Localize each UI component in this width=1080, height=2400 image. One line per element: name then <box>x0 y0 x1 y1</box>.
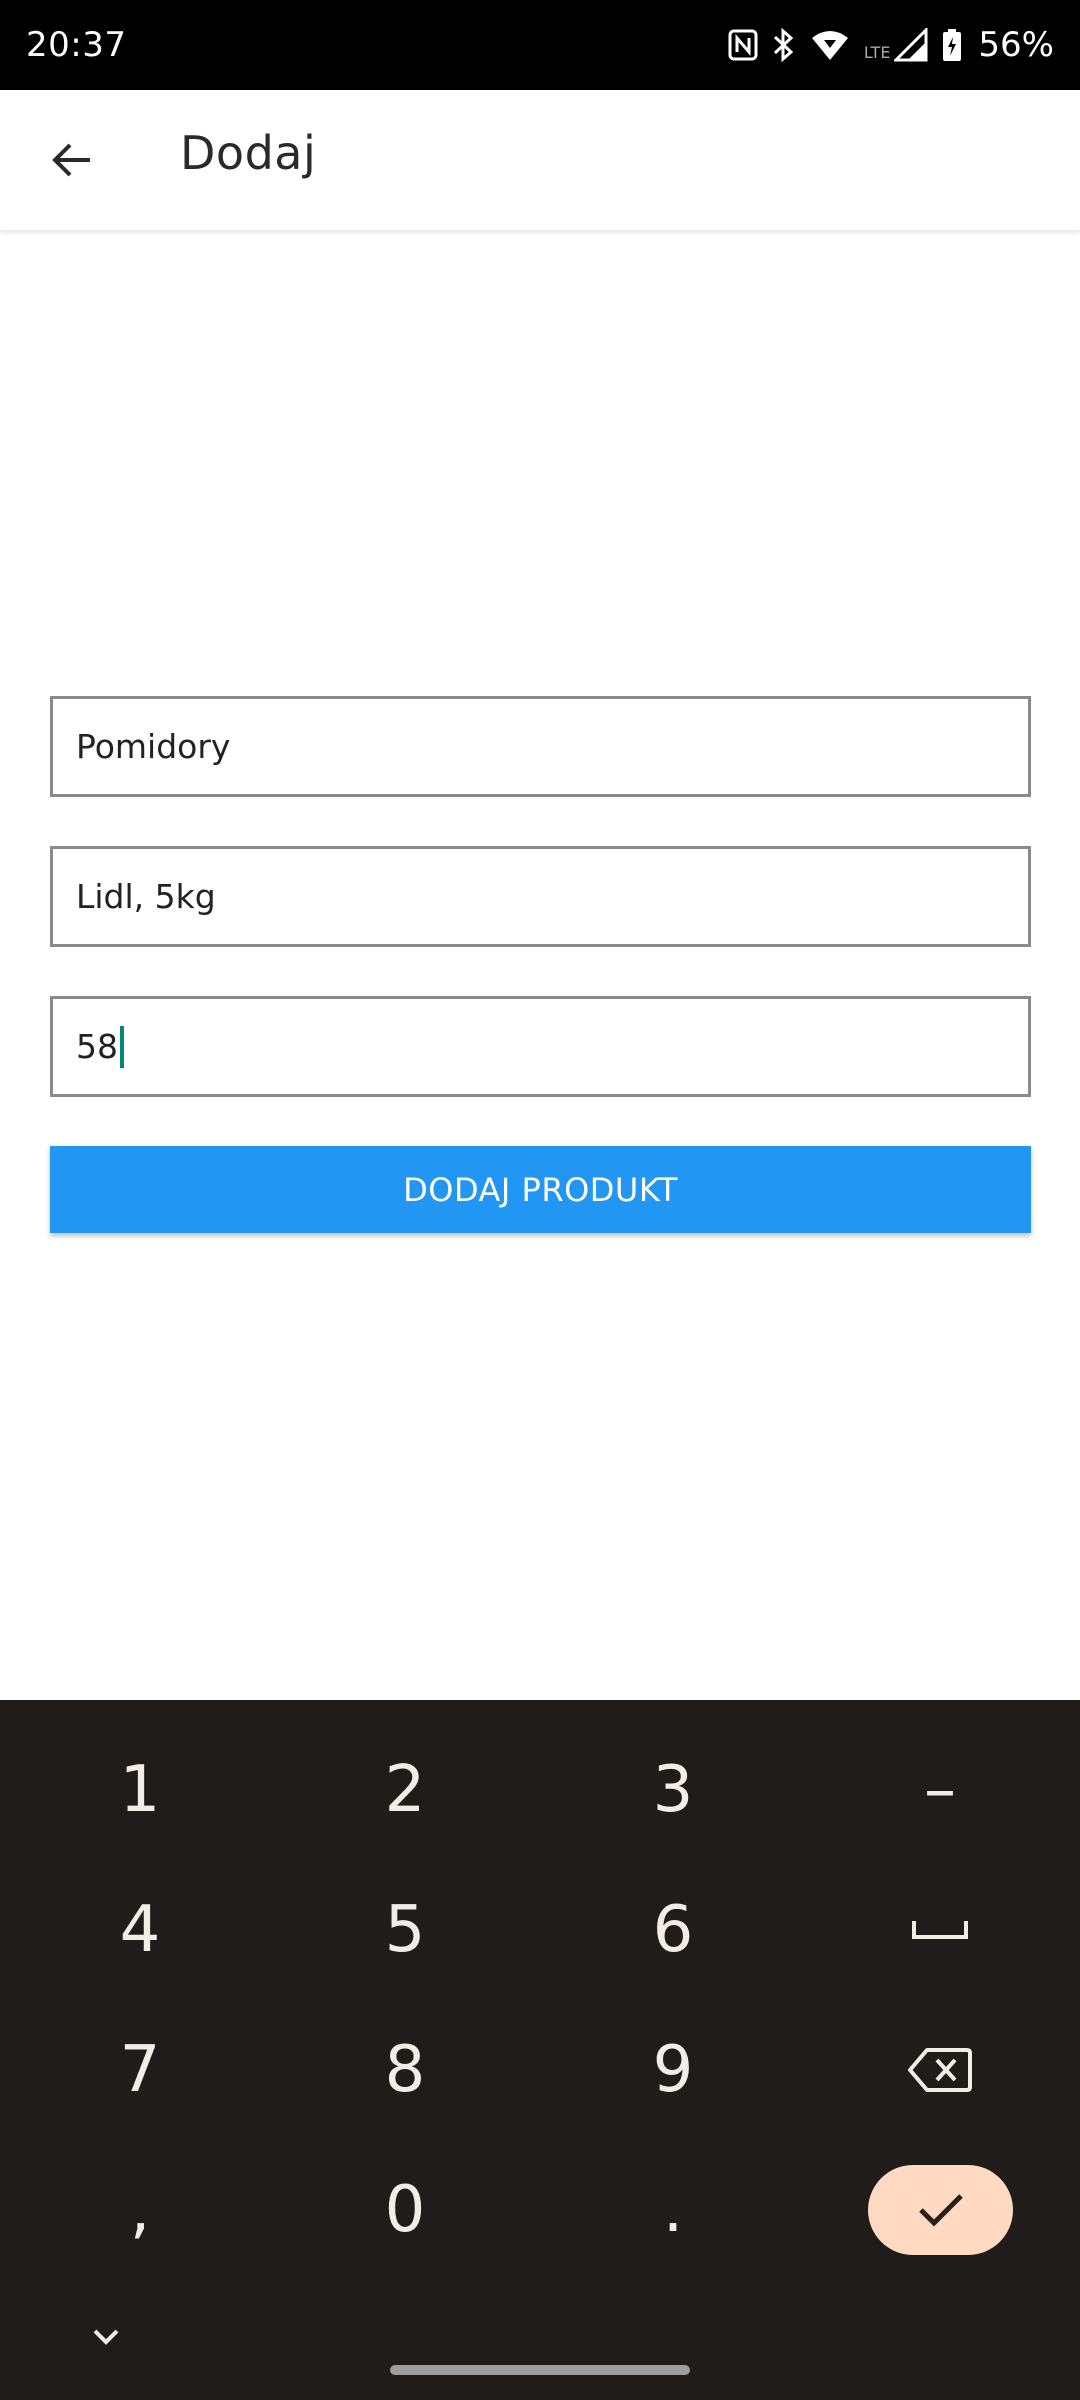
key-4[interactable]: 4 <box>40 1865 240 1995</box>
key-5[interactable]: 5 <box>305 1865 505 1995</box>
product-name-value: Pomidory <box>76 727 231 766</box>
nfc-icon <box>728 29 758 61</box>
key-1[interactable]: 1 <box>40 1725 240 1855</box>
key-3[interactable]: 3 <box>573 1725 773 1855</box>
product-name-input[interactable]: Pomidory <box>50 696 1031 797</box>
key-minus[interactable]: – <box>840 1725 1040 1855</box>
key-8[interactable]: 8 <box>305 2005 505 2135</box>
key-6[interactable]: 6 <box>573 1865 773 1995</box>
key-comma[interactable]: , <box>40 2145 240 2275</box>
add-product-button[interactable]: DODAJ PRODUKT <box>50 1146 1031 1233</box>
battery-icon <box>942 28 962 62</box>
signal-icon: LTE <box>864 28 929 62</box>
navigation-handle[interactable] <box>390 2365 690 2375</box>
status-bar: 20:37 LTE 56% <box>0 0 1080 90</box>
key-space[interactable] <box>840 1865 1040 1995</box>
screen: 20:37 LTE 56% Dodaj Pomidory Lidl, 5kg 5… <box>0 0 1080 2400</box>
check-icon <box>918 2194 963 2227</box>
battery-percent: 56% <box>978 25 1054 65</box>
chevron-down-icon <box>93 2329 119 2345</box>
key-2[interactable]: 2 <box>305 1725 505 1855</box>
product-price-value: 58 <box>76 1027 118 1066</box>
text-caret <box>120 1025 124 1068</box>
product-price-input[interactable]: 58 <box>50 996 1031 1097</box>
keyboard-collapse-button[interactable] <box>86 2322 126 2352</box>
key-period[interactable]: . <box>573 2145 773 2275</box>
arrow-back-icon <box>52 143 90 177</box>
status-icons: LTE 56% <box>728 25 1054 65</box>
app-bar: Dodaj <box>0 90 1080 230</box>
wifi-icon <box>810 28 850 62</box>
network-type-label: LTE <box>863 43 891 62</box>
back-button[interactable] <box>40 128 104 192</box>
numeric-keyboard: 1 2 3 – 4 5 6 7 8 9 , 0 . <box>0 1700 1080 2400</box>
key-done[interactable] <box>868 2165 1013 2255</box>
key-7[interactable]: 7 <box>40 2005 240 2135</box>
key-0[interactable]: 0 <box>305 2145 505 2275</box>
page-title: Dodaj <box>180 126 317 180</box>
product-description-value: Lidl, 5kg <box>76 877 216 916</box>
space-icon <box>912 1921 968 1939</box>
bluetooth-icon <box>772 28 796 62</box>
backspace-icon <box>908 2048 972 2092</box>
status-time: 20:37 <box>26 25 127 65</box>
key-backspace[interactable] <box>840 2005 1040 2135</box>
product-description-input[interactable]: Lidl, 5kg <box>50 846 1031 947</box>
key-9[interactable]: 9 <box>573 2005 773 2135</box>
